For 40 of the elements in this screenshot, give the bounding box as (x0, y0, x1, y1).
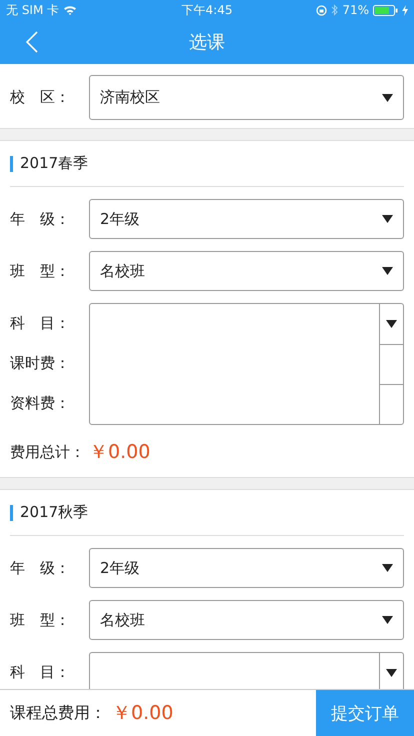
subject-select[interactable] (89, 303, 404, 425)
grand-total-label: 课程总费用： (10, 702, 106, 724)
field-label: 科 目： (10, 314, 70, 332)
section-marker (10, 156, 13, 172)
back-button[interactable] (24, 31, 40, 53)
dropdown-select[interactable]: 名校班 (89, 251, 404, 291)
grand-total-price: ￥0.00 (112, 701, 174, 726)
caret-icon (382, 616, 393, 624)
dropdown-select[interactable]: 2年级 (89, 199, 404, 239)
field-label: 年 级： (10, 210, 71, 228)
campus-select[interactable]: 济南校区 (89, 75, 404, 120)
carrier-text: 无 SIM 卡 (6, 2, 60, 18)
total-label: 费用总计： (10, 442, 86, 462)
field-label: 班 型： (10, 610, 71, 630)
caret-icon (382, 267, 393, 275)
caret-icon (382, 94, 393, 102)
wifi-icon (63, 5, 78, 15)
page-title: 选课 (189, 31, 225, 54)
rotation-lock-icon (316, 4, 328, 16)
caret-icon (382, 215, 393, 223)
field-label: 资料费： (10, 394, 70, 412)
section-marker (10, 504, 13, 520)
battery-icon (373, 4, 398, 16)
dropdown-select[interactable]: 名校班 (89, 600, 404, 640)
field-label: 班 型： (10, 262, 71, 280)
field-label: 校 区： (10, 88, 71, 107)
clock-text: 下午4:45 (182, 2, 232, 16)
battery-text: 71% (342, 3, 369, 17)
field-label: 年 级： (10, 558, 71, 578)
bluetooth-icon (331, 4, 338, 16)
dropdown-select[interactable]: 2年级 (89, 548, 404, 588)
total-price: ￥0.00 (89, 440, 150, 465)
section-title: 2017春季 (20, 154, 88, 173)
field-label: 课时费： (10, 354, 70, 372)
caret-icon (386, 320, 397, 328)
caret-icon (382, 564, 393, 572)
field-label: 科 目： (10, 662, 70, 682)
charging-icon (402, 4, 408, 16)
section-title: 2017秋季 (20, 503, 88, 522)
caret-icon (386, 669, 397, 677)
